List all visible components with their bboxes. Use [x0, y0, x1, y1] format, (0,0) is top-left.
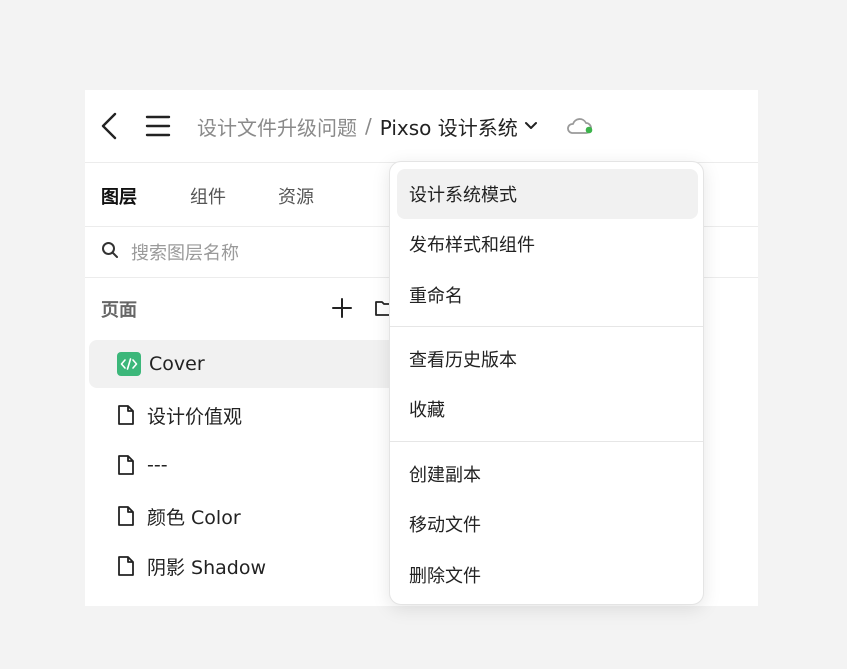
cloud-sync-icon[interactable]	[565, 112, 595, 142]
search-icon	[101, 241, 119, 263]
breadcrumb-current-file[interactable]: Pixso 设计系统	[380, 112, 518, 141]
breadcrumb-separator: /	[365, 114, 372, 138]
menu-item-publish-styles-components[interactable]: 发布样式和组件	[397, 219, 698, 269]
page-item-shadow[interactable]: 阴影 Shadow	[89, 542, 409, 590]
tab-layers[interactable]: 图层	[101, 183, 137, 209]
menu-item-version-history[interactable]: 查看历史版本	[397, 334, 698, 384]
menu-item-design-system-mode[interactable]: 设计系统模式	[397, 169, 698, 219]
pages-title: 页面	[101, 300, 137, 321]
page-item-label: Cover	[149, 353, 205, 375]
page-icon	[117, 454, 137, 476]
menu-item-move-file[interactable]: 移动文件	[397, 499, 698, 549]
breadcrumb: 设计文件升级问题 / Pixso 设计系统	[197, 111, 538, 141]
chevron-left-icon	[101, 112, 117, 140]
page-item-cover[interactable]: Cover	[89, 340, 409, 388]
file-dropdown-menu: 设计系统模式 发布样式和组件 重命名 查看历史版本 收藏 创建副本 移动文件 删…	[389, 161, 704, 605]
page-item-label: 设计价值观	[147, 405, 243, 428]
tab-assets[interactable]: 资源	[278, 183, 314, 209]
sync-status-dot	[585, 126, 593, 134]
breadcrumb-parent[interactable]: 设计文件升级问题	[197, 112, 357, 141]
page-item-label: ---	[147, 454, 168, 476]
page-item-divider[interactable]: ---	[89, 441, 409, 489]
hamburger-menu-icon	[145, 115, 171, 137]
menu-divider	[390, 441, 703, 442]
chevron-down-icon[interactable]	[524, 121, 538, 131]
page-icon	[117, 404, 137, 426]
code-icon	[117, 352, 141, 376]
top-bar: 设计文件升级问题 / Pixso 设计系统	[85, 90, 758, 163]
page-item-design-values[interactable]: 设计价值观	[89, 391, 409, 439]
add-page-button[interactable]	[330, 296, 354, 320]
page-item-label: 阴影 Shadow	[147, 556, 267, 579]
page-item-color[interactable]: 颜色 Color	[89, 492, 409, 540]
menu-item-favorite[interactable]: 收藏	[397, 384, 698, 434]
menu-item-duplicate[interactable]: 创建副本	[397, 449, 698, 499]
page-item-label: 颜色 Color	[147, 506, 241, 529]
main-menu-button[interactable]	[143, 108, 173, 144]
menu-item-rename[interactable]: 重命名	[397, 270, 698, 320]
page-icon	[117, 555, 137, 577]
page-icon	[117, 505, 137, 527]
menu-item-delete-file[interactable]: 删除文件	[397, 550, 698, 600]
menu-divider	[390, 326, 703, 327]
search-input[interactable]	[129, 237, 393, 269]
back-button[interactable]	[95, 108, 123, 144]
tab-components[interactable]: 组件	[190, 183, 226, 209]
plus-icon	[332, 298, 352, 318]
